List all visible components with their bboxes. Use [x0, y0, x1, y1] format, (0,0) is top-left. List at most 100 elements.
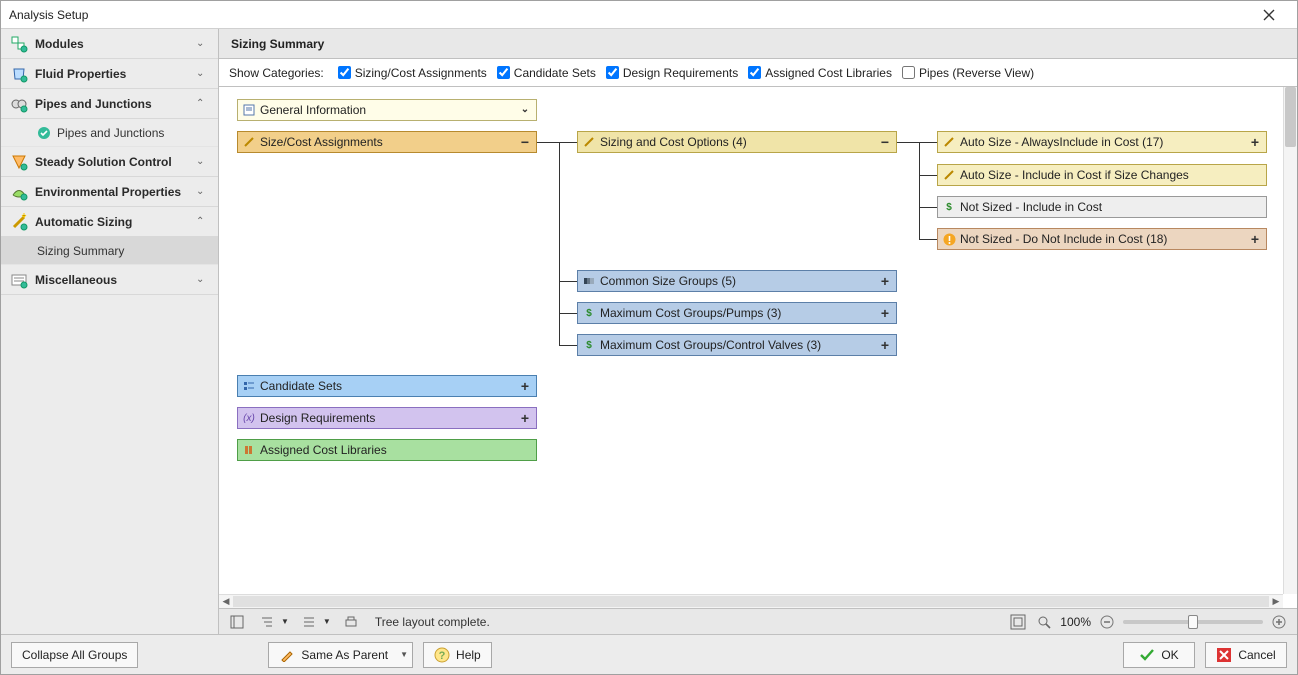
tree-tool-2[interactable]: [257, 612, 277, 632]
collapse-icon[interactable]: −: [878, 135, 892, 149]
svg-text:?: ?: [439, 650, 446, 662]
sidebar-sub-pipes[interactable]: Pipes and Junctions: [1, 119, 218, 147]
node-general-info[interactable]: General Information ⌄: [237, 99, 537, 121]
expand-icon[interactable]: +: [1248, 232, 1262, 246]
tree-canvas: General Information ⌄ Size/Cost Assignme…: [219, 87, 1297, 608]
warning-icon: [942, 232, 956, 246]
list-icon: [242, 379, 256, 393]
node-not-sized-exclude[interactable]: Not Sized - Do Not Include in Cost (18) …: [937, 228, 1267, 250]
categories-label: Show Categories:: [229, 66, 324, 80]
cat-sizing-cost[interactable]: Sizing/Cost Assignments: [338, 66, 487, 80]
node-auto-changes[interactable]: Auto Size - Include in Cost if Size Chan…: [937, 164, 1267, 186]
group-icon: [582, 274, 596, 288]
node-common-size[interactable]: Common Size Groups (5) +: [577, 270, 897, 292]
footer: Collapse All Groups Same As Parent ? Hel…: [1, 634, 1297, 674]
wand-icon: [942, 135, 956, 149]
node-max-pumps[interactable]: $ Maximum Cost Groups/Pumps (3) +: [577, 302, 897, 324]
dollar-icon: $: [582, 338, 596, 352]
tree-tool-3[interactable]: [299, 612, 319, 632]
wand-icon: [582, 135, 596, 149]
expand-icon[interactable]: +: [1248, 135, 1262, 149]
sidebar-section-misc[interactable]: Miscellaneous ⌄: [1, 265, 218, 295]
zoom-fit[interactable]: [1008, 612, 1028, 632]
horizontal-scrollbar[interactable]: ◀ ▶: [219, 594, 1283, 608]
wand-icon: [942, 168, 956, 182]
chevron-down-icon: ⌄: [196, 274, 210, 285]
help-button[interactable]: ? Help: [423, 642, 492, 668]
chevron-down-icon: ⌄: [196, 38, 210, 49]
wand-icon: [242, 135, 256, 149]
chevron-up-icon: ⌃: [196, 216, 210, 227]
env-icon: [9, 182, 29, 202]
expand-icon[interactable]: +: [518, 411, 532, 425]
zoom-search-icon[interactable]: [1034, 612, 1054, 632]
node-not-sized-include[interactable]: $ Not Sized - Include in Cost: [937, 196, 1267, 218]
node-design-req[interactable]: (x) Design Requirements +: [237, 407, 537, 429]
cat-pipes-reverse[interactable]: Pipes (Reverse View): [902, 66, 1034, 80]
scroll-right-icon[interactable]: ▶: [1269, 596, 1283, 607]
node-max-valves[interactable]: $ Maximum Cost Groups/Control Valves (3)…: [577, 334, 897, 356]
close-icon: [1263, 9, 1275, 21]
sidebar-section-pipes[interactable]: Pipes and Junctions ⌃: [1, 89, 218, 119]
main-panel: Sizing Summary Show Categories: Sizing/C…: [219, 29, 1297, 634]
fluid-icon: [9, 64, 29, 84]
variable-icon: (x): [242, 411, 256, 425]
cat-design-req[interactable]: Design Requirements: [606, 66, 738, 80]
check-icon: [1139, 647, 1155, 663]
cat-candidate-sets[interactable]: Candidate Sets: [497, 66, 596, 80]
expand-icon[interactable]: +: [878, 338, 892, 352]
tree-tool-1[interactable]: [227, 612, 247, 632]
status-bar: ▼ ▼ Tree layout complete. 100%: [219, 608, 1297, 634]
chevron-down-icon: ⌄: [196, 68, 210, 79]
node-auto-always[interactable]: Auto Size - AlwaysInclude in Cost (17) +: [937, 131, 1267, 153]
steady-icon: [9, 152, 29, 172]
edit-icon: [279, 647, 295, 663]
expand-icon[interactable]: +: [878, 274, 892, 288]
node-assigned-cost[interactable]: Assigned Cost Libraries: [237, 439, 537, 461]
chevron-up-icon: ⌃: [196, 98, 210, 109]
zoom-out[interactable]: [1097, 612, 1117, 632]
sidebar-section-modules[interactable]: Modules ⌄: [1, 29, 218, 59]
collapse-all-button[interactable]: Collapse All Groups: [11, 642, 138, 668]
dollar-icon: $: [582, 306, 596, 320]
window-title: Analysis Setup: [9, 8, 1249, 22]
scroll-left-icon[interactable]: ◀: [219, 596, 233, 607]
close-button[interactable]: [1249, 5, 1289, 25]
print-tool[interactable]: [341, 612, 361, 632]
analysis-setup-window: Analysis Setup Modules ⌄ Fluid Propertie…: [0, 0, 1298, 675]
check-icon: [37, 126, 51, 140]
node-size-cost[interactable]: Size/Cost Assignments −: [237, 131, 537, 153]
dropdown-caret-icon[interactable]: ⌄: [518, 105, 532, 115]
dollar-icon: $: [942, 200, 956, 214]
node-candidate-sets[interactable]: Candidate Sets +: [237, 375, 537, 397]
help-icon: ?: [434, 647, 450, 663]
expand-icon[interactable]: +: [518, 379, 532, 393]
categories-bar: Show Categories: Sizing/Cost Assignments…: [219, 59, 1297, 87]
sidebar-section-fluid[interactable]: Fluid Properties ⌄: [1, 59, 218, 89]
sidebar-section-env[interactable]: Environmental Properties ⌄: [1, 177, 218, 207]
status-message: Tree layout complete.: [375, 615, 998, 629]
collapse-icon[interactable]: −: [518, 135, 532, 149]
library-icon: [242, 443, 256, 457]
zoom-slider[interactable]: [1123, 620, 1263, 624]
node-sizing-options[interactable]: Sizing and Cost Options (4) −: [577, 131, 897, 153]
misc-icon: [9, 270, 29, 290]
cat-assigned-cost[interactable]: Assigned Cost Libraries: [748, 66, 892, 80]
cancel-button[interactable]: Cancel: [1205, 642, 1287, 668]
zoom-in[interactable]: [1269, 612, 1289, 632]
cancel-icon: [1216, 647, 1232, 663]
main-header: Sizing Summary: [219, 29, 1297, 59]
titlebar: Analysis Setup: [1, 1, 1297, 29]
sidebar-sub-sizing-summary[interactable]: Sizing Summary: [1, 237, 218, 265]
ok-button[interactable]: OK: [1123, 642, 1195, 668]
sidebar: Modules ⌄ Fluid Properties ⌄ Pipes and J…: [1, 29, 219, 634]
same-as-parent-button[interactable]: Same As Parent: [268, 642, 413, 668]
wand-icon: [9, 212, 29, 232]
sidebar-section-steady[interactable]: Steady Solution Control ⌄: [1, 147, 218, 177]
chevron-down-icon: ⌄: [196, 156, 210, 167]
sidebar-section-sizing[interactable]: Automatic Sizing ⌃: [1, 207, 218, 237]
chevron-down-icon: ⌄: [196, 186, 210, 197]
document-icon: [242, 103, 256, 117]
expand-icon[interactable]: +: [878, 306, 892, 320]
vertical-scrollbar[interactable]: [1283, 87, 1297, 594]
